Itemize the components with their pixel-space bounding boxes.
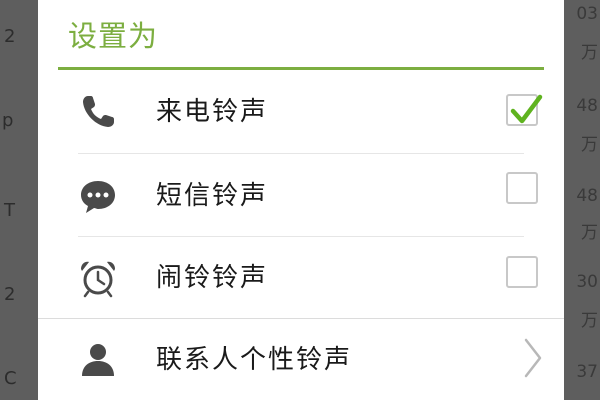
option-sms-ringtone[interactable]: 短信铃声 — [38, 154, 564, 236]
option-label: 联系人个性铃声 — [156, 345, 353, 375]
bg-time: 48 — [576, 96, 598, 116]
bg-time: 30 — [576, 272, 598, 292]
bg-time: 37 — [576, 362, 598, 382]
bg-glyph: C — [4, 368, 17, 389]
checkmark-icon — [510, 94, 543, 124]
bg-glyph: 2 — [4, 26, 16, 47]
option-label: 闹铃铃声 — [156, 263, 269, 293]
call-ringtone-checkbox[interactable] — [506, 94, 543, 126]
bg-time: 48 — [576, 186, 598, 206]
bg-count: 万 — [581, 43, 598, 63]
background-list-right: 03 万 48 万 48 万 30 万 37 — [560, 0, 600, 400]
contact-icon — [78, 340, 118, 380]
bg-glyph: 2 — [4, 284, 16, 305]
chevron-right-icon — [522, 336, 544, 380]
alarm-clock-icon — [78, 258, 118, 298]
screen: 2 p T 2 C 03 万 48 万 48 万 30 万 37 设置为 来电铃… — [0, 0, 600, 400]
bg-count: 万 — [581, 135, 598, 155]
bg-glyph: p — [2, 110, 14, 131]
bg-glyph: T — [4, 200, 15, 221]
sms-ringtone-checkbox[interactable] — [506, 172, 538, 204]
option-call-ringtone[interactable]: 来电铃声 — [38, 70, 564, 152]
option-contact-ringtone[interactable]: 联系人个性铃声 — [38, 318, 564, 400]
phone-icon — [78, 92, 118, 132]
bg-count: 万 — [581, 311, 598, 331]
bg-time: 03 — [576, 4, 598, 24]
set-as-dialog: 设置为 来电铃声 短信铃声 闹铃铃声 联系人个性铃声 — [38, 0, 564, 400]
alarm-ringtone-checkbox[interactable] — [506, 256, 538, 288]
option-label: 来电铃声 — [156, 97, 269, 127]
background-list-left: 2 p T 2 C — [0, 0, 38, 400]
option-alarm-ringtone[interactable]: 闹铃铃声 — [38, 236, 564, 318]
dialog-title: 设置为 — [68, 19, 159, 53]
message-icon — [78, 176, 118, 216]
option-label: 短信铃声 — [156, 181, 269, 211]
bg-count: 万 — [581, 223, 598, 243]
